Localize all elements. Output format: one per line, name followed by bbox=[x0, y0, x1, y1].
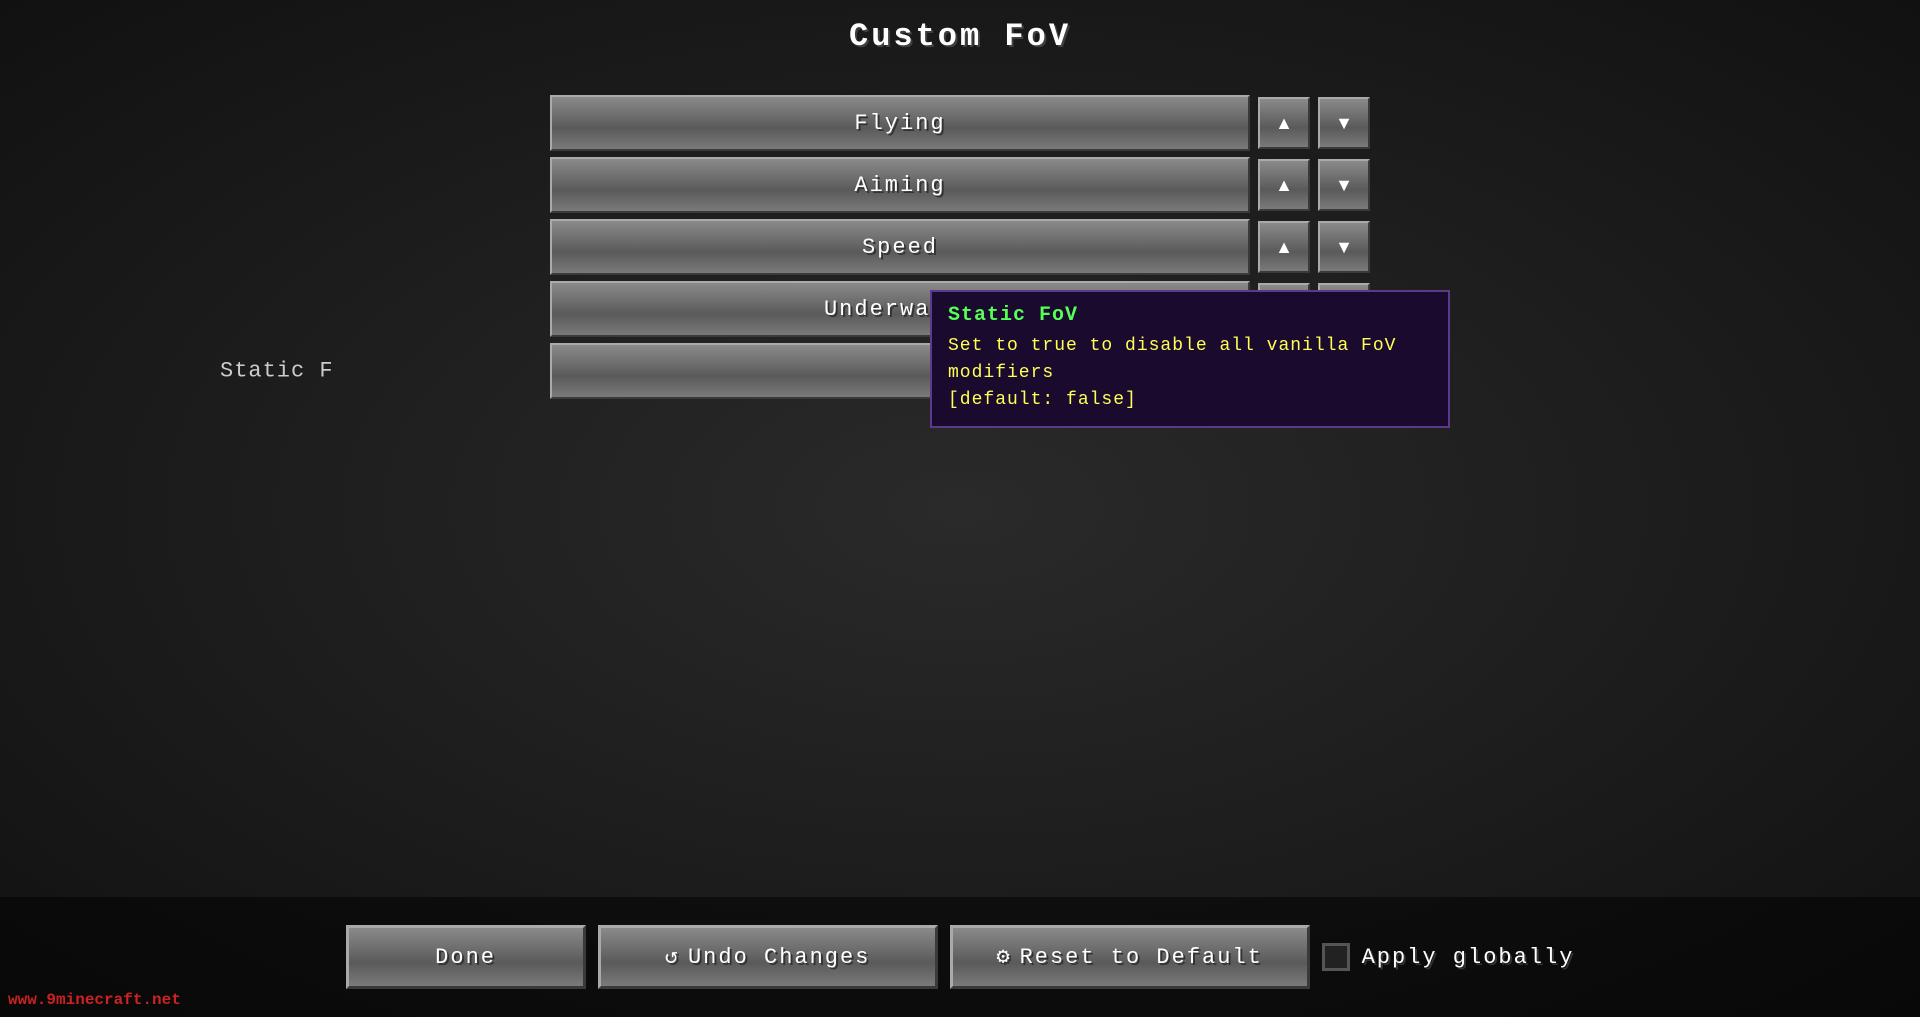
flying-up-button[interactable]: ▲ bbox=[1258, 97, 1310, 149]
tooltip-title: Static FoV bbox=[948, 304, 1432, 327]
speed-button[interactable]: Speed bbox=[550, 219, 1250, 275]
page-title: Custom FoV bbox=[849, 18, 1071, 55]
aiming-down-button[interactable]: ▼ bbox=[1318, 159, 1370, 211]
static-fov-label: Static F bbox=[220, 359, 334, 384]
reset-button[interactable]: ⚙ Reset to Default bbox=[950, 925, 1310, 989]
apply-globally-area: Apply globally bbox=[1322, 943, 1575, 971]
up-arrow-icon: ▲ bbox=[1275, 113, 1293, 134]
reset-icon: ⚙ bbox=[996, 944, 1011, 970]
watermark: www.9minecraft.net bbox=[8, 991, 181, 1009]
down-arrow-icon: ▼ bbox=[1335, 113, 1353, 134]
speed-up-button[interactable]: ▲ bbox=[1258, 221, 1310, 273]
bottom-bar: Done ↺ Undo Changes ⚙ Reset to Default A… bbox=[0, 897, 1920, 1017]
apply-globally-checkbox[interactable] bbox=[1322, 943, 1350, 971]
down-arrow-icon-3: ▼ bbox=[1335, 237, 1353, 258]
speed-down-button[interactable]: ▼ bbox=[1318, 221, 1370, 273]
aiming-button[interactable]: Aiming bbox=[550, 157, 1250, 213]
tooltip-box: Static FoV Set to true to disable all va… bbox=[930, 290, 1450, 428]
settings-area: Flying ▲ ▼ Aiming ▲ ▼ Speed ▲ ▼ bbox=[550, 95, 1370, 399]
up-arrow-icon-2: ▲ bbox=[1275, 175, 1293, 196]
aiming-up-button[interactable]: ▲ bbox=[1258, 159, 1310, 211]
apply-globally-label: Apply globally bbox=[1362, 945, 1575, 970]
down-arrow-icon-2: ▼ bbox=[1335, 175, 1353, 196]
tooltip-desc-line2: [default: false] bbox=[948, 387, 1432, 414]
page-container: Custom FoV Flying ▲ ▼ Aiming ▲ ▼ Speed bbox=[0, 0, 1920, 1017]
flying-button[interactable]: Flying bbox=[550, 95, 1250, 151]
undo-button[interactable]: ↺ Undo Changes bbox=[598, 925, 938, 989]
undo-icon: ↺ bbox=[665, 944, 680, 970]
up-arrow-icon-3: ▲ bbox=[1275, 237, 1293, 258]
done-button[interactable]: Done bbox=[346, 925, 586, 989]
reset-label: Reset to Default bbox=[1020, 945, 1263, 970]
setting-row-aiming: Aiming ▲ ▼ bbox=[550, 157, 1370, 213]
undo-label: Undo Changes bbox=[688, 945, 870, 970]
setting-row-speed: Speed ▲ ▼ bbox=[550, 219, 1370, 275]
setting-row-flying: Flying ▲ ▼ bbox=[550, 95, 1370, 151]
tooltip-desc-line1: Set to true to disable all vanilla FoV m… bbox=[948, 333, 1432, 387]
flying-down-button[interactable]: ▼ bbox=[1318, 97, 1370, 149]
